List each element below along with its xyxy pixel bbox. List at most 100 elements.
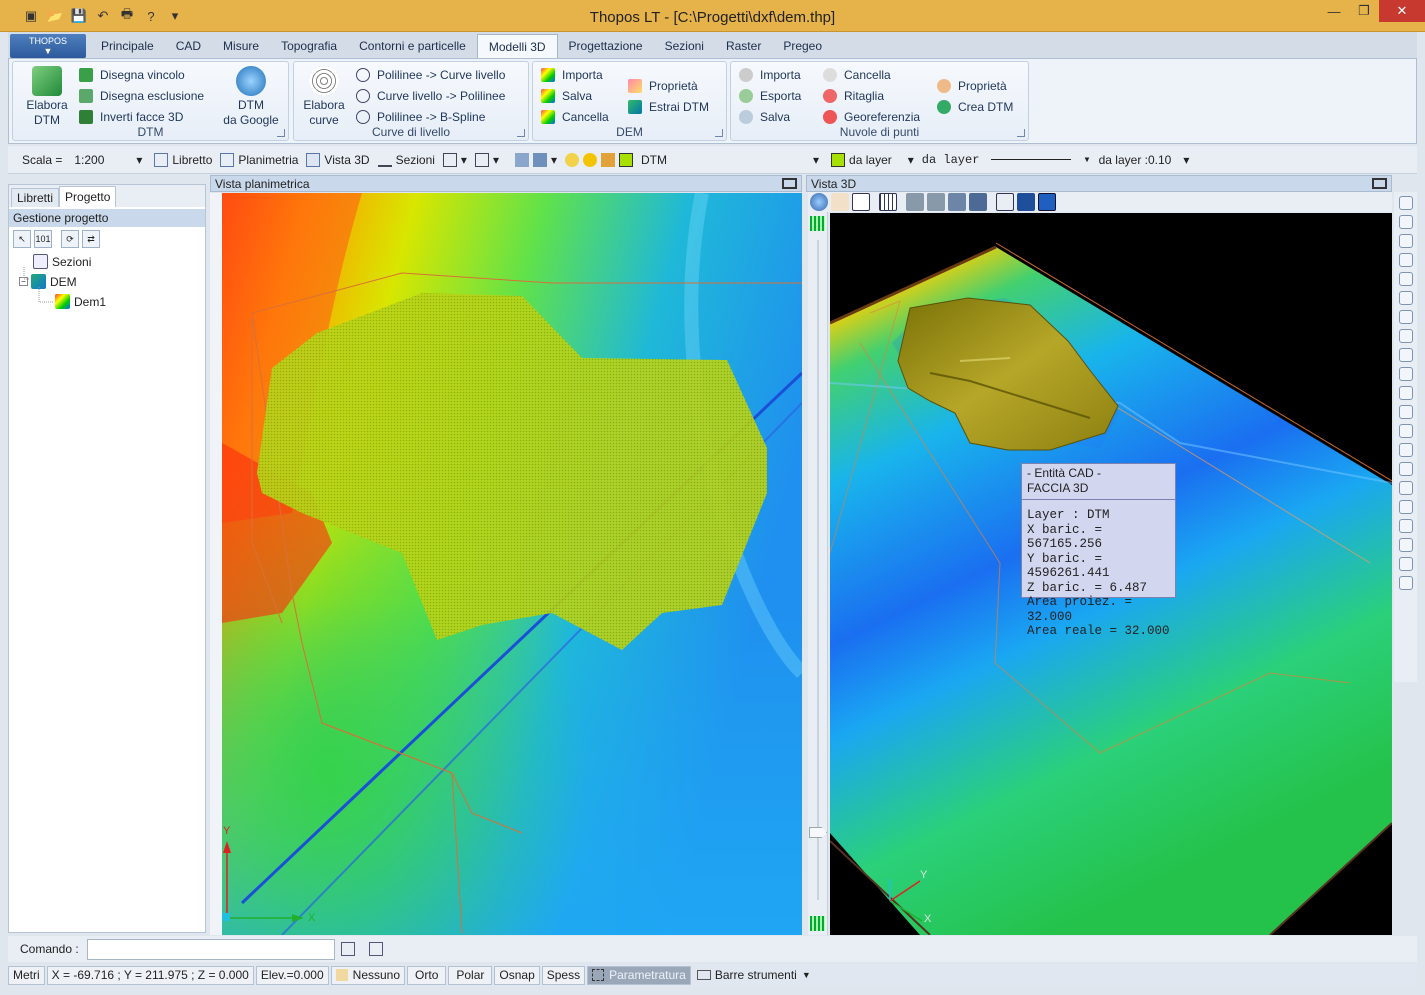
dem-cancella-button[interactable]: Cancella xyxy=(541,108,609,126)
crea-dtm-button[interactable]: Crea DTM xyxy=(937,98,1013,116)
status-snap-mode[interactable]: Nessuno xyxy=(330,965,406,985)
tab-principale[interactable]: Principale xyxy=(90,34,165,58)
wireframe-icon[interactable] xyxy=(996,193,1014,211)
group-curve-launcher[interactable] xyxy=(517,129,525,137)
terrain-grid-bottom-icon[interactable] xyxy=(810,916,825,931)
front-view-icon[interactable] xyxy=(906,193,924,211)
status-orto-toggle[interactable]: Orto xyxy=(407,965,447,985)
linetype-select[interactable]: da layer ▾ xyxy=(922,152,1091,168)
select-pointer-icon[interactable] xyxy=(852,193,870,211)
top-view-icon[interactable] xyxy=(948,193,966,211)
side-view-icon[interactable] xyxy=(927,193,945,211)
zoom-window-icon[interactable] xyxy=(1398,481,1413,495)
georeferenzia-button[interactable]: Georeferenzia xyxy=(823,108,920,126)
lock-icon[interactable] xyxy=(601,152,616,167)
tab-pregeo[interactable]: Pregeo xyxy=(772,34,833,58)
layout-split-button[interactable]: ▾ xyxy=(442,152,467,167)
lineweight-select[interactable]: da layer :0.10 ▾ xyxy=(1099,153,1190,167)
poly-to-curve-button[interactable]: Polilinee -> Curve livello xyxy=(356,66,505,84)
iso-view-icon[interactable] xyxy=(969,193,987,211)
maximize-view-button[interactable] xyxy=(782,178,797,189)
tree-item-dem1[interactable]: Dem1 xyxy=(55,294,106,309)
poly-to-bspline-button[interactable]: Polilinee -> B-Spline xyxy=(356,108,485,126)
grid-toggle-icon[interactable] xyxy=(879,193,897,211)
layout-rows-button[interactable]: ▾ xyxy=(474,152,499,167)
group-dtm-launcher[interactable] xyxy=(277,129,285,137)
color-select[interactable]: da layer ▾ xyxy=(831,152,914,167)
pan-hand-icon[interactable] xyxy=(1398,576,1413,590)
estrai-dtm-button[interactable]: Estrai DTM xyxy=(628,98,709,116)
ritaglia-button[interactable]: Ritaglia xyxy=(823,87,884,105)
snap-center-icon[interactable] xyxy=(1398,253,1413,267)
snap-perpendicular-icon[interactable] xyxy=(1398,329,1413,343)
tab-misure[interactable]: Misure xyxy=(212,34,270,58)
status-spess-toggle[interactable]: Spess xyxy=(541,965,586,985)
textured-icon[interactable] xyxy=(1038,193,1056,211)
libretto-button[interactable]: Libretto xyxy=(154,152,212,167)
curve-to-poly-button[interactable]: Curve livello -> Polilinee xyxy=(356,87,505,105)
maximize-3d-view-button[interactable] xyxy=(1372,178,1387,189)
nuvole-salva-button[interactable]: Salva xyxy=(739,108,790,126)
tab-libretti[interactable]: Libretti xyxy=(11,188,60,207)
sync-icon[interactable]: ⇄ xyxy=(82,230,100,248)
snap-tangent-icon[interactable] xyxy=(1398,348,1413,362)
snap-nearest-icon[interactable] xyxy=(1398,310,1413,324)
snap-extension-icon[interactable] xyxy=(1398,386,1413,400)
snap-plane-icon[interactable] xyxy=(1398,405,1413,419)
layer-select[interactable]: DTM xyxy=(637,150,813,170)
app-menu-button[interactable]: THOPOS ▼ xyxy=(10,34,86,58)
pan-hand-icon[interactable] xyxy=(831,193,849,211)
tab-progettazione[interactable]: Progettazione xyxy=(558,34,654,58)
snap-quadrant-icon[interactable] xyxy=(1398,272,1413,286)
disegna-esclusione-button[interactable]: Disegna esclusione xyxy=(79,87,204,105)
snap-parallel-icon[interactable] xyxy=(1398,367,1413,381)
maximize-button[interactable]: ❐ xyxy=(1349,0,1379,22)
dem-proprieta-button[interactable]: Proprietà xyxy=(628,77,698,95)
status-barre-strumenti[interactable]: Barre strumenti ▼ xyxy=(696,968,811,982)
zoom-extents-icon[interactable] xyxy=(1398,462,1413,476)
disegna-vincolo-button[interactable]: Disegna vincolo xyxy=(79,66,185,84)
tree-item-dem[interactable]: − DEM xyxy=(19,274,77,289)
status-osnap-toggle[interactable]: Osnap xyxy=(494,965,540,985)
tab-topografia[interactable]: Topografia xyxy=(270,34,348,58)
tree-item-sezioni[interactable]: Sezioni xyxy=(33,254,91,269)
refresh-icon[interactable]: ⟳ xyxy=(61,230,79,248)
elabora-curve-button[interactable]: Elabora curve xyxy=(300,66,348,128)
tab-contorni[interactable]: Contorni e particelle xyxy=(348,34,477,58)
group-dem-launcher[interactable] xyxy=(715,129,723,137)
sezioni-button[interactable]: Sezioni xyxy=(377,153,435,167)
inverti-facce-button[interactable]: Inverti facce 3D xyxy=(79,108,183,126)
sun-icon[interactable] xyxy=(583,152,598,167)
point-numbers-icon[interactable]: 101 xyxy=(34,230,52,248)
vista3d-button[interactable]: Vista 3D xyxy=(306,152,370,167)
snap-intersection-icon[interactable] xyxy=(1398,291,1413,305)
tab-cad[interactable]: CAD xyxy=(165,34,212,58)
status-parametratura-toggle[interactable]: Parametratura xyxy=(587,965,691,985)
planimetria-button[interactable]: Planimetria xyxy=(220,152,298,167)
nuvole-esporta-button[interactable]: Esporta xyxy=(739,87,801,105)
tab-raster[interactable]: Raster xyxy=(715,34,772,58)
zoom-out-icon[interactable] xyxy=(1398,557,1413,571)
nuvole-cancella-button[interactable]: Cancella xyxy=(823,66,891,84)
plan-view-canvas[interactable]: Y X xyxy=(222,193,802,935)
dtm-google-button[interactable]: DTM da Google xyxy=(218,66,284,128)
dem-salva-button[interactable]: Salva xyxy=(541,87,592,105)
zoom-in-icon[interactable] xyxy=(1398,538,1413,552)
group-nuvole-launcher[interactable] xyxy=(1017,129,1025,137)
close-button[interactable]: ✕ xyxy=(1379,0,1425,22)
orbit-icon[interactable] xyxy=(810,193,828,211)
command-input[interactable] xyxy=(86,938,335,960)
layers-icon[interactable] xyxy=(514,152,529,167)
layer-stack-icon[interactable] xyxy=(532,152,547,167)
zoom-previous-icon[interactable] xyxy=(1398,519,1413,533)
collapse-icon[interactable]: − xyxy=(19,277,28,286)
chevron-down-icon[interactable]: ▾ xyxy=(813,153,819,167)
tab-sezioni[interactable]: Sezioni xyxy=(654,34,715,58)
snap-midpoint-icon[interactable] xyxy=(1398,424,1413,438)
slider-thumb[interactable] xyxy=(809,827,827,838)
snap-arc-icon[interactable] xyxy=(1398,443,1413,457)
minimize-button[interactable]: — xyxy=(1319,0,1349,22)
scala-select[interactable]: 1:200 ▾ xyxy=(70,150,146,170)
status-polar-toggle[interactable]: Polar xyxy=(448,965,493,985)
nuvole-importa-button[interactable]: Importa xyxy=(739,66,801,84)
